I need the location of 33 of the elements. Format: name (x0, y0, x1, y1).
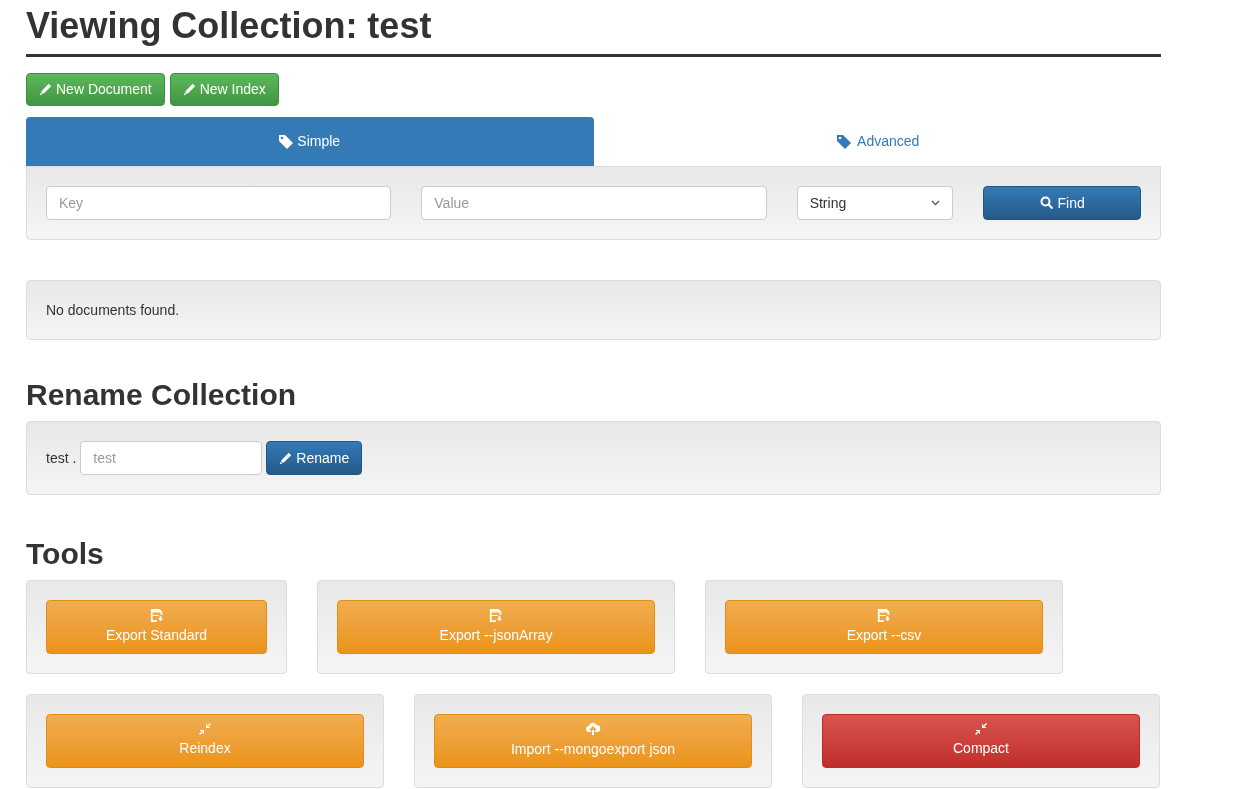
save-icon (877, 608, 891, 622)
tag-icon (835, 134, 854, 149)
empty-message: No documents found. (46, 300, 180, 320)
tool-button[interactable]: Export --jsonArray (337, 600, 655, 654)
page-title: Viewing Collection: test (26, 0, 1161, 57)
tool-button[interactable]: Export Standard (46, 600, 267, 654)
rename-button[interactable]: Rename (266, 441, 363, 475)
collection-prefix: test . (46, 448, 77, 468)
pencil-icon (279, 451, 293, 465)
tool-button[interactable]: Export --csv (725, 600, 1043, 654)
tools-heading: Tools (26, 539, 105, 569)
pencil-icon (39, 83, 52, 96)
value-field[interactable]: Value (421, 186, 767, 220)
chevron-down-icon (931, 200, 941, 206)
compress-arrows-icon (199, 723, 211, 735)
search-icon (1039, 196, 1054, 210)
find-button[interactable]: Find (983, 186, 1141, 220)
key-field[interactable]: Key (46, 186, 392, 220)
new-button[interactable]: New Index (169, 73, 279, 106)
collection-name-field[interactable]: test (80, 441, 263, 475)
rename-heading: Rename Collection (26, 380, 298, 410)
type-select[interactable]: String (796, 186, 954, 220)
search-tab[interactable]: Simple (26, 117, 594, 166)
save-icon (489, 608, 503, 622)
compress-arrows-icon (975, 723, 987, 735)
tool-button[interactable]: Reindex (46, 714, 364, 768)
cloud-upload-icon (585, 722, 601, 736)
save-icon (149, 608, 164, 622)
tool-button[interactable]: Import --mongoexport json (434, 714, 752, 768)
tool-button[interactable]: Compact (822, 714, 1140, 768)
new-button[interactable]: New Document (26, 73, 165, 106)
tag-icon (279, 134, 294, 149)
pencil-icon (182, 83, 196, 96)
